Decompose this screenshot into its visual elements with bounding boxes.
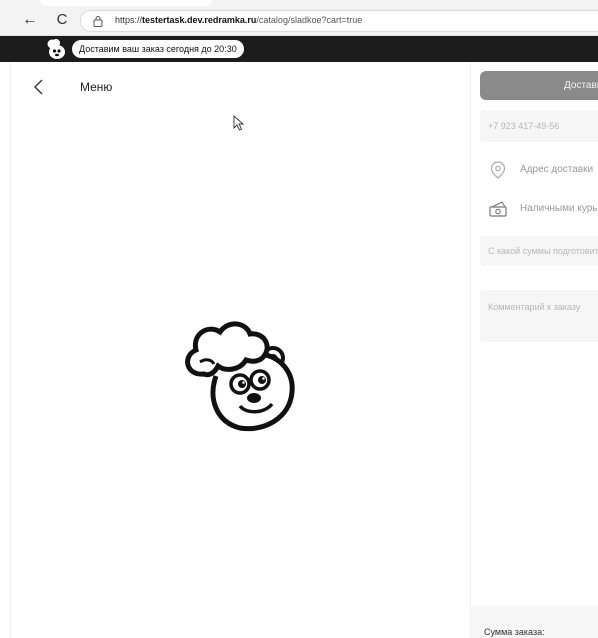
cash-icon: [489, 201, 507, 217]
menu-title[interactable]: Меню: [80, 80, 112, 94]
chevron-left-icon[interactable]: [32, 78, 46, 96]
browser-toolbar: ← C https://testertask.dev.redramka.ru/c…: [0, 0, 598, 36]
comment-field[interactable]: Комментарий к заказу: [480, 290, 598, 342]
panel-divider: [470, 62, 471, 638]
payment-row[interactable]: Наличными курьеру: [488, 199, 598, 219]
location-pin-icon: [490, 161, 506, 179]
order-total-label: Сумма заказа:: [484, 627, 545, 637]
page-content: [10, 62, 598, 638]
delivery-banner: Доставим ваш заказ сегодня до 20:30: [0, 36, 598, 62]
change-amount-field[interactable]: С какой суммы подготовить сдачу: [480, 236, 598, 266]
address-placeholder: Адрес доставки: [520, 164, 594, 175]
url-path: /catalog/sladkoe?cart=true: [256, 15, 363, 25]
url-scheme: https://: [115, 15, 143, 25]
payment-method-label: Наличными курьеру: [520, 203, 598, 214]
delivery-banner-text: Доставим ваш заказ сегодня до 20:30: [72, 40, 244, 58]
address-bar[interactable]: https://testertask.dev.redramka.ru/catal…: [80, 10, 598, 32]
url-host: testertask.dev.redramka.ru: [142, 15, 257, 25]
mouse-pointer-icon: [233, 115, 245, 131]
browser-reload-button[interactable]: C: [54, 12, 70, 28]
lock-icon: [93, 16, 103, 27]
url-text: https://testertask.dev.redramka.ru/catal…: [115, 15, 362, 25]
chef-bear-logo: [185, 321, 295, 432]
address-row[interactable]: Адрес доставки: [488, 160, 598, 180]
active-tab[interactable]: [40, 0, 212, 6]
bear-mascot-icon: [47, 39, 65, 59]
phone-field[interactable]: +7 923 417-49-56: [480, 110, 598, 142]
delivery-button[interactable]: Доставка: [480, 71, 598, 100]
browser-back-button[interactable]: ←: [22, 12, 38, 28]
